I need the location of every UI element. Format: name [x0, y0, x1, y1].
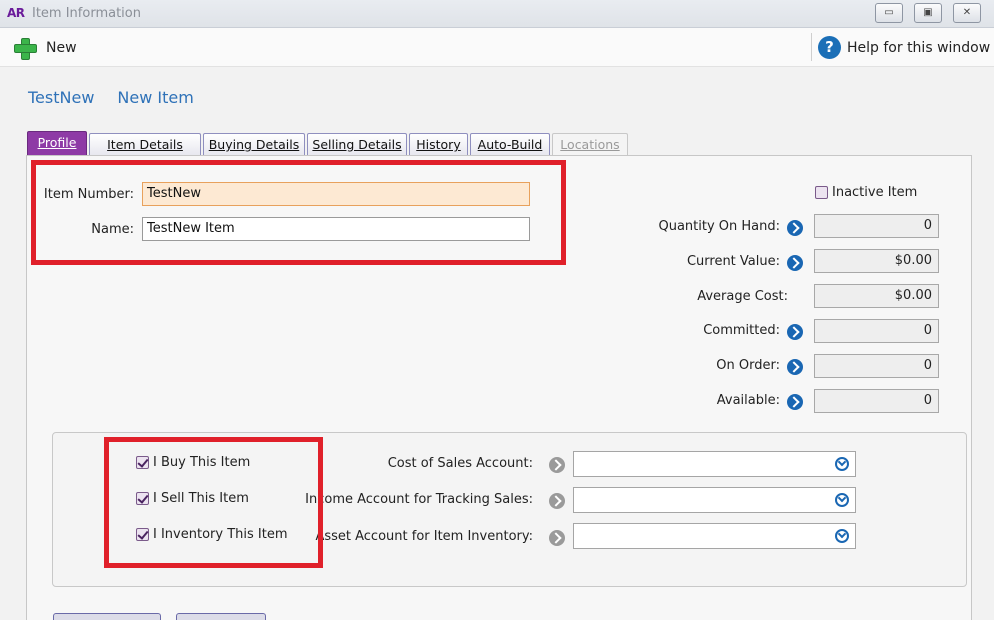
asset-account-label: Asset Account for Item Inventory:: [315, 529, 533, 544]
average-cost-value: $0.00: [814, 284, 939, 308]
help-icon: ?: [818, 36, 841, 59]
on-order-arrow-icon[interactable]: [787, 359, 803, 375]
committed-arrow-icon[interactable]: [787, 324, 803, 340]
bottom-button-left[interactable]: [53, 613, 161, 620]
inactive-item-checkbox[interactable]: [815, 186, 828, 199]
chevron-down-icon[interactable]: [835, 493, 849, 507]
tab-profile[interactable]: Profile: [27, 131, 87, 156]
current-value-value: $0.00: [814, 249, 939, 273]
highlight-frame-item-flags: [104, 437, 323, 568]
income-account-label: Income Account for Tracking Sales:: [305, 492, 533, 507]
new-button-label: New: [46, 40, 77, 56]
help-button[interactable]: ? Help for this window: [818, 36, 990, 59]
app-logo: AR: [7, 6, 25, 20]
quantity-on-hand-value: 0: [814, 214, 939, 238]
income-account-arrow-icon[interactable]: [549, 493, 565, 509]
breadcrumb: TestNew New Item: [28, 88, 194, 107]
current-value-arrow-icon[interactable]: [787, 255, 803, 271]
quantity-on-hand-label: Quantity On Hand:: [658, 219, 780, 234]
quantity-on-hand-arrow-icon[interactable]: [787, 220, 803, 236]
minimize-button[interactable]: ▭: [875, 3, 903, 23]
plus-icon: [12, 36, 37, 60]
new-button[interactable]: New: [12, 35, 77, 61]
asset-account-arrow-icon[interactable]: [549, 530, 565, 546]
bottom-button-right[interactable]: [176, 613, 266, 620]
close-button[interactable]: ✕: [953, 3, 981, 23]
on-order-label: On Order:: [716, 358, 780, 373]
window-title: Item Information: [32, 6, 141, 21]
highlight-frame-item-fields: [31, 160, 566, 265]
inactive-item-label: Inactive Item: [832, 185, 918, 200]
available-label: Available:: [716, 393, 780, 408]
title-bar: AR Item Information ▭ ▣ ✕: [0, 0, 994, 28]
tab-buying-details[interactable]: Buying Details: [203, 133, 305, 156]
help-button-label: Help for this window: [847, 39, 991, 56]
current-value-label: Current Value:: [686, 254, 780, 269]
on-order-value: 0: [814, 354, 939, 378]
cost-of-sales-combo[interactable]: [573, 451, 856, 477]
asset-account-combo[interactable]: [573, 523, 856, 549]
breadcrumb-state: New Item: [117, 88, 194, 107]
tab-selling-details[interactable]: Selling Details: [307, 133, 407, 156]
toolbar: New ? Help for this window: [0, 28, 994, 67]
breadcrumb-item-number: TestNew: [28, 88, 95, 107]
committed-label: Committed:: [703, 323, 780, 338]
chevron-down-icon[interactable]: [835, 457, 849, 471]
available-value: 0: [814, 389, 939, 413]
average-cost-label: Average Cost:: [697, 289, 788, 304]
cost-of-sales-label: Cost of Sales Account:: [387, 456, 533, 471]
tab-locations: Locations: [552, 133, 628, 156]
income-account-combo[interactable]: [573, 487, 856, 513]
tab-auto-build[interactable]: Auto-Build: [470, 133, 550, 156]
chevron-down-icon[interactable]: [835, 529, 849, 543]
maximize-button[interactable]: ▣: [914, 3, 942, 23]
toolbar-divider: [811, 33, 812, 61]
tab-item-details[interactable]: Item Details: [89, 133, 201, 156]
available-arrow-icon[interactable]: [787, 394, 803, 410]
committed-value: 0: [814, 319, 939, 343]
cost-of-sales-arrow-icon[interactable]: [549, 457, 565, 473]
tab-history[interactable]: History: [409, 133, 468, 156]
